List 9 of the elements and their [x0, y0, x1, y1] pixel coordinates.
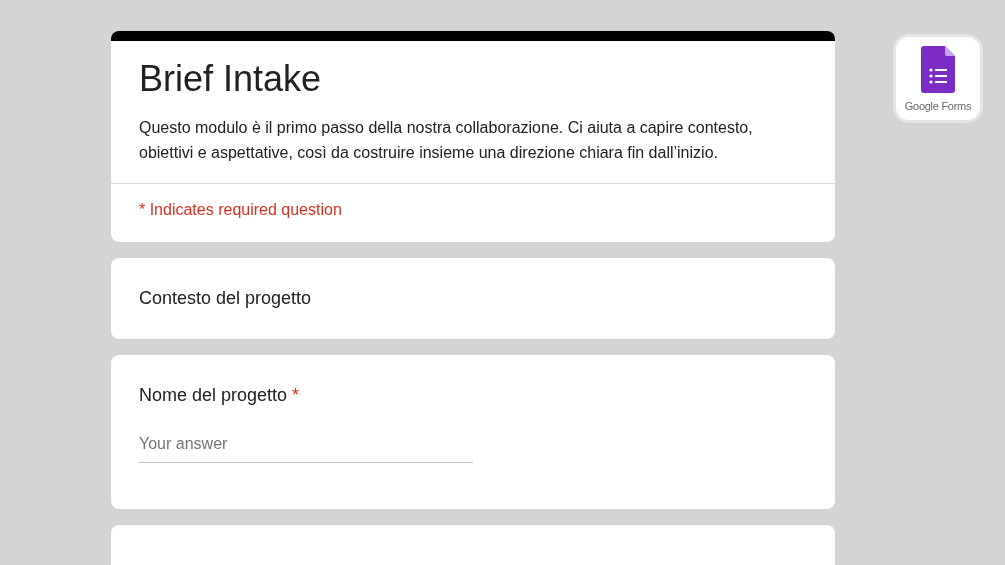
form-title: Brief Intake: [139, 57, 323, 101]
required-note: * Indicates required question: [139, 201, 342, 218]
document-icon: [921, 46, 955, 93]
section-title: Contesto del progetto: [139, 287, 312, 310]
form-description: Questo modulo è il primo passo della nostra collaborazione. Ci aiuta a capire contesto, obiettivi e aspettative, così da costruire insieme una direzione chiara fin dall’inizio.: [139, 118, 754, 163]
required-mark: *: [292, 384, 300, 407]
question-title: Nome del progetto: [139, 384, 288, 407]
app-label: Google Forms: [904, 99, 972, 114]
answer-field[interactable]: Your answer: [139, 432, 473, 463]
